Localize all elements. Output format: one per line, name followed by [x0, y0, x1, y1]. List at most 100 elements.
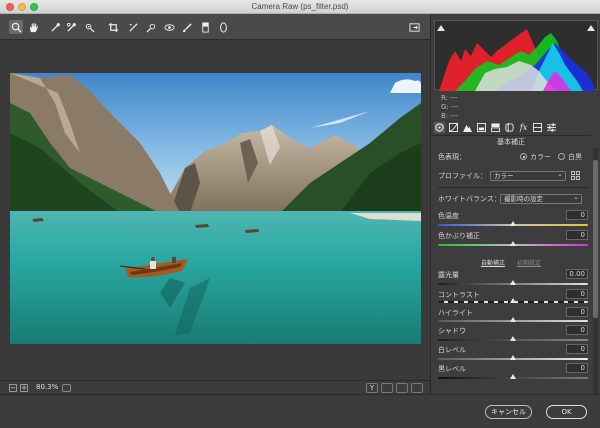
- whites-row: 白レベル 0: [438, 344, 588, 355]
- panel-scrollbar[interactable]: [593, 148, 598, 394]
- scrollbar-thumb[interactable]: [593, 160, 598, 318]
- tab-presets[interactable]: [546, 122, 557, 133]
- image-canvas[interactable]: [0, 40, 430, 380]
- canvas-status-bar: − + 80.3% Y: [0, 380, 430, 394]
- zoom-in-button[interactable]: +: [20, 384, 28, 392]
- white-balance-dropdown[interactable]: 撮影時の設定: [500, 193, 582, 204]
- treatment-color-label[interactable]: カラー: [530, 152, 551, 162]
- exposure-row: 露光量 0.00: [438, 269, 588, 280]
- highlight-clipping-warning-icon[interactable]: [587, 25, 595, 31]
- blacks-slider[interactable]: [438, 374, 588, 379]
- panel-title: 基本補正: [431, 135, 591, 147]
- tint-row: 色かぶり補正 0: [438, 230, 588, 241]
- zoom-dropdown-button[interactable]: [62, 384, 71, 392]
- tab-split-toning[interactable]: [490, 122, 501, 133]
- tab-hsl[interactable]: [476, 122, 487, 133]
- hand-tool-button[interactable]: [26, 20, 40, 34]
- adjustment-brush-tool-button[interactable]: [180, 20, 194, 34]
- cancel-button[interactable]: キャンセル: [485, 405, 532, 419]
- blacks-value[interactable]: 0: [566, 363, 588, 373]
- temperature-value[interactable]: 0: [566, 210, 588, 220]
- default-link[interactable]: 初期設定: [517, 260, 541, 267]
- contrast-slider[interactable]: [438, 298, 588, 303]
- blacks-slider-knob[interactable]: [510, 374, 516, 379]
- toggle-preview-button[interactable]: [411, 383, 423, 393]
- contrast-value[interactable]: 0: [566, 289, 588, 299]
- tab-effects[interactable]: fx: [518, 122, 529, 133]
- treatment-bw-label[interactable]: 白黒: [568, 152, 582, 162]
- rgb-readout: R: --- G: --- B: ---: [441, 94, 459, 121]
- copy-settings-button[interactable]: [396, 383, 408, 393]
- profile-dropdown[interactable]: カラー: [490, 170, 566, 181]
- exposure-slider[interactable]: [438, 280, 588, 285]
- white-balance-tool-button[interactable]: [48, 20, 62, 34]
- tint-slider-knob[interactable]: [510, 241, 516, 246]
- redeye-icon: [163, 23, 175, 31]
- histogram: [434, 20, 598, 91]
- split-tone-icon: [491, 123, 500, 132]
- panel-tabs: fx: [434, 122, 598, 134]
- tab-lens[interactable]: [504, 122, 515, 133]
- divider: [438, 187, 588, 188]
- straighten-tool-button[interactable]: [126, 20, 140, 34]
- ok-button[interactable]: OK: [546, 405, 587, 419]
- before-after-view-button[interactable]: Y: [366, 383, 378, 393]
- crop-tool-button[interactable]: [106, 20, 120, 34]
- eyedropper-icon: [50, 22, 60, 32]
- whites-slider[interactable]: [438, 355, 588, 360]
- treatment-color-radio[interactable]: [520, 153, 527, 160]
- zoom-out-button[interactable]: −: [9, 384, 17, 392]
- whites-slider-knob[interactable]: [510, 355, 516, 360]
- profile-label: プロファイル：: [438, 172, 487, 180]
- readout-r: R: ---: [441, 94, 458, 102]
- temperature-row: 色温度 0: [438, 210, 588, 221]
- tab-tone-curve[interactable]: [448, 122, 459, 133]
- contrast-label: コントラスト: [438, 291, 480, 299]
- shadows-slider[interactable]: [438, 336, 588, 341]
- lens-icon: [505, 123, 514, 132]
- tint-value[interactable]: 0: [566, 230, 588, 240]
- preview-image[interactable]: [10, 73, 421, 344]
- redeye-tool-button[interactable]: [162, 20, 176, 34]
- tab-calibration[interactable]: [532, 122, 543, 133]
- treatment-row: 色表現： カラー 白黒: [438, 152, 588, 162]
- swap-settings-button[interactable]: [381, 383, 393, 393]
- readout-g: G: ---: [441, 103, 459, 111]
- open-preferences-button[interactable]: [407, 20, 421, 34]
- sliders-icon: [547, 123, 556, 132]
- temperature-slider-knob[interactable]: [510, 221, 516, 226]
- auto-link[interactable]: 自動補正: [481, 260, 505, 267]
- readout-b: B: ---: [441, 112, 458, 120]
- zoom-tool-button[interactable]: [9, 20, 23, 34]
- zoom-level: 80.3%: [36, 383, 59, 391]
- shadows-slider-knob[interactable]: [510, 336, 516, 341]
- tone-curve-icon: [449, 123, 458, 132]
- whites-value[interactable]: 0: [566, 344, 588, 354]
- temperature-slider[interactable]: [438, 221, 588, 226]
- highlights-slider[interactable]: [438, 317, 588, 322]
- contrast-slider-knob[interactable]: [510, 298, 516, 303]
- exposure-value[interactable]: 0.00: [566, 269, 588, 279]
- dialog-footer: キャンセル OK: [0, 394, 600, 428]
- graduated-filter-tool-button[interactable]: [198, 20, 212, 34]
- treatment-bw-radio[interactable]: [558, 153, 565, 160]
- highlights-slider-knob[interactable]: [510, 317, 516, 322]
- auto-default-links: 自動補正 初期設定: [431, 258, 591, 267]
- radial-filter-tool-button[interactable]: [216, 20, 230, 34]
- profile-browser-grid-icon[interactable]: [571, 171, 580, 180]
- tint-slider[interactable]: [438, 241, 588, 246]
- tab-detail[interactable]: [462, 122, 473, 133]
- shadow-clipping-warning-icon[interactable]: [437, 25, 445, 31]
- treatment-label: 色表現：: [438, 153, 466, 161]
- window-title: Camera Raw (ps_filter.psd): [251, 2, 349, 11]
- spot-removal-icon: [145, 23, 155, 33]
- color-sampler-tool-button[interactable]: [64, 20, 78, 34]
- exposure-slider-knob[interactable]: [510, 280, 516, 285]
- spot-removal-tool-button[interactable]: [144, 20, 158, 34]
- crop-icon: [108, 22, 118, 32]
- highlights-value[interactable]: 0: [566, 307, 588, 317]
- tab-basic[interactable]: [434, 122, 445, 133]
- shadows-value[interactable]: 0: [566, 325, 588, 335]
- targeted-adjustment-tool-button[interactable]: [82, 20, 96, 34]
- camera-raw-dialog: − + 80.3% Y R: --- G: --- B: --- fx 基本補正…: [0, 14, 600, 428]
